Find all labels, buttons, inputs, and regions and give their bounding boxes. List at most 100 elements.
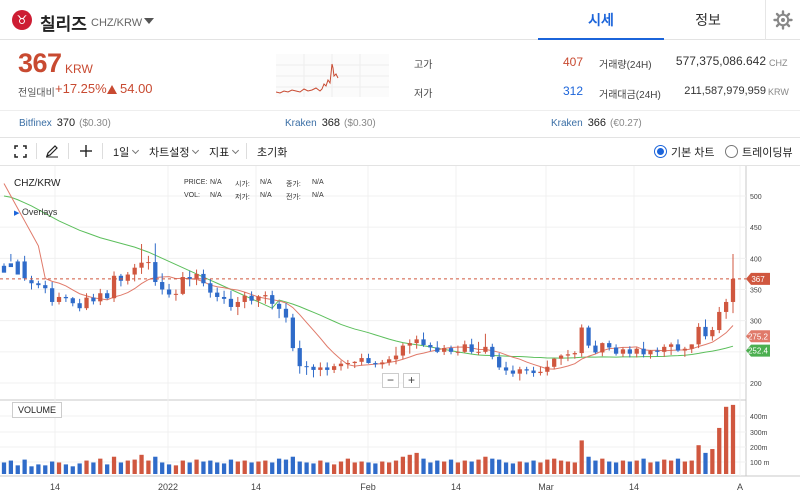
volume-bar xyxy=(311,463,316,474)
candle-body xyxy=(325,367,330,370)
legend-price-value: N/A xyxy=(210,179,222,186)
legend-vol-value: N/A xyxy=(210,192,222,199)
candle-body xyxy=(36,283,41,286)
volume-bar xyxy=(132,459,137,474)
candle-body xyxy=(380,362,385,365)
volume-bar xyxy=(249,462,254,474)
crosshair-icon[interactable] xyxy=(79,144,93,158)
candlestick-chart[interactable]: 200250300350400450500100 m200m300m400m14… xyxy=(0,166,800,498)
x-tick-label: A xyxy=(737,482,743,492)
volume-bar xyxy=(414,452,419,474)
candle-body xyxy=(1,265,7,273)
candle-body xyxy=(442,348,447,352)
candle-body xyxy=(98,293,103,302)
exchange-price: 370 xyxy=(56,117,76,129)
pencil-draw-icon[interactable] xyxy=(45,144,59,158)
volume-bar xyxy=(270,462,275,474)
basic-chart-label[interactable]: 기본 차트 xyxy=(671,144,715,160)
volume-bar xyxy=(373,463,378,474)
volume-bar xyxy=(352,462,357,474)
volume-bar xyxy=(235,461,240,474)
candle-body xyxy=(682,348,687,351)
coin-name: 칠리즈 xyxy=(40,15,87,34)
candle-body xyxy=(517,369,522,374)
volume-bar xyxy=(455,462,461,474)
x-tick-label: 2022 xyxy=(158,482,178,492)
overlays-toggle[interactable]: ▶ Overlays xyxy=(14,207,57,217)
x-tick-label: Mar xyxy=(538,482,554,492)
volume-bar xyxy=(91,462,96,474)
tradingview-label[interactable]: 트레이딩뷰 xyxy=(742,144,793,160)
volume-bar xyxy=(208,460,213,474)
volume-value: 577,375,086.642 xyxy=(675,54,766,68)
zoom-out-button[interactable]: − xyxy=(382,373,399,388)
ma-long-badge: 252.4 xyxy=(748,347,769,356)
volume-bar xyxy=(627,461,632,474)
candle-body xyxy=(428,344,433,348)
candle-body xyxy=(290,317,295,349)
volume-bar xyxy=(36,464,41,474)
trade-value-unit: KRW xyxy=(768,87,789,97)
volume-bar xyxy=(675,458,681,474)
volume-bar xyxy=(228,459,234,474)
volume-bar xyxy=(613,462,619,474)
exchange-item[interactable]: Bitfinex 370 ($0.30) xyxy=(19,117,111,129)
volume-bar xyxy=(565,461,571,474)
volume-bar xyxy=(689,460,694,474)
exchange-item[interactable]: Kraken 368 ($0.30) xyxy=(285,117,376,129)
interval-select[interactable]: 1일 xyxy=(113,144,140,160)
basic-chart-radio[interactable] xyxy=(654,145,667,158)
exchange-price: 366 xyxy=(587,117,607,129)
tab-info[interactable]: 정보 xyxy=(645,0,771,40)
chart-settings-menu[interactable]: 차트설정 xyxy=(149,144,200,160)
volume-bar xyxy=(600,458,605,474)
candle-body xyxy=(579,327,584,354)
candle-body xyxy=(730,278,736,302)
fullscreen-icon[interactable] xyxy=(14,145,27,158)
zoom-in-button[interactable]: + xyxy=(403,373,420,388)
volume-bar xyxy=(448,459,454,474)
candle-body xyxy=(414,339,419,344)
volume-bar xyxy=(290,456,295,474)
volume-bar xyxy=(503,462,509,474)
exchange-item[interactable]: Kraken 366 (€0.27) xyxy=(551,117,642,129)
candle-body xyxy=(276,303,282,309)
price-unit: KRW xyxy=(65,62,93,76)
indicators-menu[interactable]: 지표 xyxy=(209,144,240,160)
volume-bar xyxy=(201,461,206,474)
volume-bar xyxy=(710,449,715,474)
candle-body xyxy=(627,349,632,354)
settings-gear-icon[interactable] xyxy=(773,10,793,30)
toolbar-separator xyxy=(36,143,37,159)
candle-body xyxy=(318,367,323,370)
volume-bar xyxy=(558,460,564,474)
volume-bar xyxy=(703,452,708,474)
candle-body xyxy=(15,261,20,275)
reset-button[interactable]: 초기화 xyxy=(257,144,287,160)
volume-bar xyxy=(510,463,516,474)
candle-body xyxy=(215,292,220,297)
legend-vol-label: VOL: xyxy=(184,192,200,199)
low-label: 저가 xyxy=(414,89,433,100)
volume-bar xyxy=(166,464,172,474)
candle-body xyxy=(696,326,701,345)
volume-bar xyxy=(717,427,722,474)
volume-bar xyxy=(634,460,639,474)
candle-body xyxy=(359,358,364,362)
candle-body xyxy=(166,289,172,295)
candle-body xyxy=(208,283,213,293)
candle-body xyxy=(228,298,234,307)
candle-body xyxy=(648,350,653,355)
volume-bar xyxy=(50,461,55,474)
volume-bar xyxy=(497,459,502,474)
volume-bar xyxy=(111,456,117,474)
coin-dropdown-caret-icon[interactable] xyxy=(144,18,154,24)
candle-body xyxy=(462,344,467,352)
candle-body xyxy=(173,293,179,295)
tradingview-radio[interactable] xyxy=(725,145,738,158)
volume-bar xyxy=(730,404,736,474)
toolbar-separator xyxy=(68,143,69,159)
exchange-change: ($0.30) xyxy=(344,118,376,129)
candle-body xyxy=(600,343,605,353)
volume-bar xyxy=(648,462,653,474)
